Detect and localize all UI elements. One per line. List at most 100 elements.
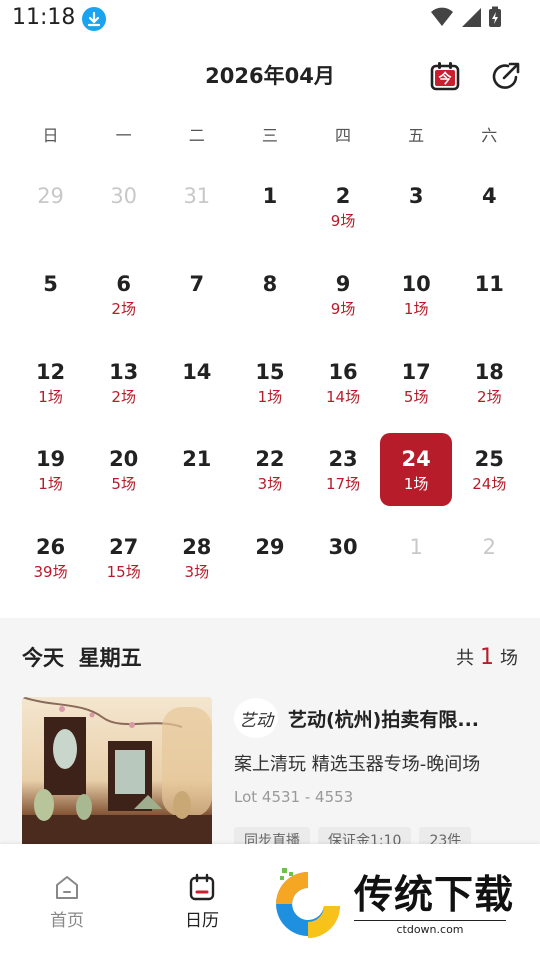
status-icons — [430, 6, 502, 28]
nav-home[interactable]: 首页 — [27, 872, 107, 931]
day-session-count: 5场 — [403, 387, 429, 406]
calendar-day[interactable]: 8 — [233, 258, 306, 331]
calendar-day[interactable]: 19 1场 — [14, 433, 87, 506]
calendar-day[interactable]: 26 39场 — [14, 521, 87, 594]
status-bar: 11:18 — [0, 0, 540, 38]
calendar-day[interactable]: 1 — [233, 170, 306, 243]
day-session-count: 1场 — [257, 387, 283, 406]
day-number: 13 — [109, 359, 139, 384]
battery-charging-icon — [489, 6, 501, 27]
day-number: 17 — [401, 359, 431, 384]
day-session-count: 9场 — [330, 299, 356, 318]
day-number: 27 — [109, 535, 139, 560]
calendar-day[interactable]: 15 1场 — [233, 346, 306, 419]
day-number: 6 — [116, 271, 131, 296]
calendar-day[interactable]: 12 1场 — [14, 346, 87, 419]
total-suffix: 场 — [500, 648, 518, 669]
jump-to-today-button[interactable]: 今 — [429, 60, 461, 92]
day-number: 8 — [262, 271, 278, 296]
calendar-grid: 29 30 31 1 2 9场 3 4 5 6 2场 7 8 9 9场 10 1场 11 12 1场 13 2场 14 15 1… — [14, 170, 526, 609]
calendar-day[interactable]: 16 14场 — [307, 346, 380, 419]
calendar-day[interactable]: 14 — [160, 346, 233, 419]
day-session-count: 24场 — [472, 475, 507, 494]
calendar-header: 2026年04月 今 — [0, 52, 540, 100]
calendar-day[interactable]: 13 2场 — [87, 346, 160, 419]
day-session-count: 1场 — [38, 475, 63, 494]
calendar-day[interactable]: 29 — [233, 521, 306, 594]
calendar-week-row: 29 30 31 1 2 9场 3 4 — [14, 170, 526, 258]
day-number: 20 — [109, 447, 139, 472]
calendar-day[interactable]: 5 — [14, 258, 87, 331]
day-session-count: 1场 — [403, 475, 429, 494]
day-session-count: 39场 — [33, 563, 68, 582]
svg-text:今: 今 — [437, 71, 452, 87]
calendar-day[interactable]: 3 — [380, 170, 453, 243]
day-session-count: 1场 — [38, 387, 63, 406]
day-number: 1 — [262, 184, 278, 208]
calendar-day[interactable]: 11 — [453, 258, 526, 331]
watermark-text: 传统下载 — [354, 873, 515, 918]
nav-home-label: 首页 — [50, 911, 84, 931]
day-number: 11 — [474, 271, 504, 296]
calendar-day-selected[interactable]: 24 1场 — [380, 433, 453, 507]
logo-text: 艺动 — [239, 710, 273, 731]
calendar-day[interactable]: 22 3场 — [233, 433, 306, 506]
nav-calendar-label: 日历 — [185, 911, 219, 931]
auction-house-name: 艺动(杭州)拍卖有限... — [288, 709, 480, 731]
weekday-label: 三 — [261, 126, 278, 145]
calendar-day[interactable]: 18 2场 — [453, 346, 526, 419]
calendar-day[interactable]: 6 2场 — [87, 258, 160, 331]
weekday-label: 五 — [408, 126, 425, 145]
day-number: 29 — [255, 535, 285, 560]
calendar-day[interactable]: 2 — [453, 521, 526, 594]
day-number: 2 — [482, 535, 496, 560]
calendar-week-row: 26 39场 27 15场 28 3场 29 30 1 2 — [14, 521, 526, 609]
calendar-day[interactable]: 30 — [87, 170, 160, 243]
day-session-count: 2场 — [111, 387, 136, 406]
day-number: 21 — [182, 447, 212, 472]
day-number: 15 — [255, 359, 285, 384]
calendar-day[interactable]: 17 5场 — [380, 346, 453, 419]
day-number: 14 — [182, 359, 212, 384]
day-number: 18 — [474, 359, 504, 384]
calendar-week-row: 5 6 2场 7 8 9 9场 10 1场 11 — [14, 258, 526, 346]
today-calendar-icon: 今 — [430, 62, 460, 91]
status-time: 11:18 — [12, 5, 76, 30]
calendar-day[interactable]: 28 3场 — [160, 521, 233, 594]
day-session-count: 15场 — [106, 563, 141, 582]
weekday-label: 六 — [481, 126, 498, 145]
nav-calendar[interactable]: 日历 — [162, 872, 242, 931]
calendar-day[interactable]: 2 9场 — [307, 170, 380, 243]
calendar-week-row: 19 1场 20 5场 21 22 3场 23 17场 24 1场 25 24场 — [14, 433, 526, 521]
weekday-label: 二 — [188, 126, 205, 145]
calendar-day[interactable]: 21 — [160, 433, 233, 506]
calendar-day[interactable]: 25 24场 — [453, 433, 526, 506]
calendar-day[interactable]: 9 9场 — [307, 258, 380, 331]
calendar-day[interactable]: 20 5场 — [87, 433, 160, 506]
calendar-day[interactable]: 31 — [160, 170, 233, 243]
day-number: 26 — [35, 535, 66, 560]
day-number: 4 — [482, 184, 497, 208]
calendar-day[interactable]: 10 1场 — [380, 258, 453, 331]
day-number: 31 — [183, 184, 211, 208]
auction-card[interactable]: 艺动 艺动(杭州)拍卖有限... 案上清玩 精选玉器专场-晚间场 Lot 453… — [22, 697, 522, 855]
calendar-day[interactable]: 23 17场 — [307, 433, 380, 506]
calendar-day[interactable]: 30 — [307, 521, 380, 594]
share-button[interactable] — [490, 60, 522, 92]
calendar-day[interactable]: 29 — [14, 170, 87, 243]
wifi-icon — [431, 7, 453, 26]
watermark-logo-icon — [276, 868, 340, 938]
calendar-day[interactable]: 4 — [453, 170, 526, 243]
calendar-day[interactable]: 1 — [380, 521, 453, 594]
calendar-day[interactable]: 7 — [160, 258, 233, 331]
day-session-count: 3场 — [184, 563, 210, 582]
day-session-count: 2场 — [111, 299, 136, 318]
day-number: 24 — [401, 447, 431, 472]
calendar-day[interactable]: 27 15场 — [87, 521, 160, 594]
weekday-label: 四 — [335, 126, 352, 145]
day-number: 25 — [474, 447, 504, 472]
day-number: 29 — [37, 184, 64, 208]
auction-house-logo: 艺动 — [234, 698, 278, 738]
share-icon — [492, 62, 520, 89]
day-session-count: 9场 — [330, 212, 356, 230]
